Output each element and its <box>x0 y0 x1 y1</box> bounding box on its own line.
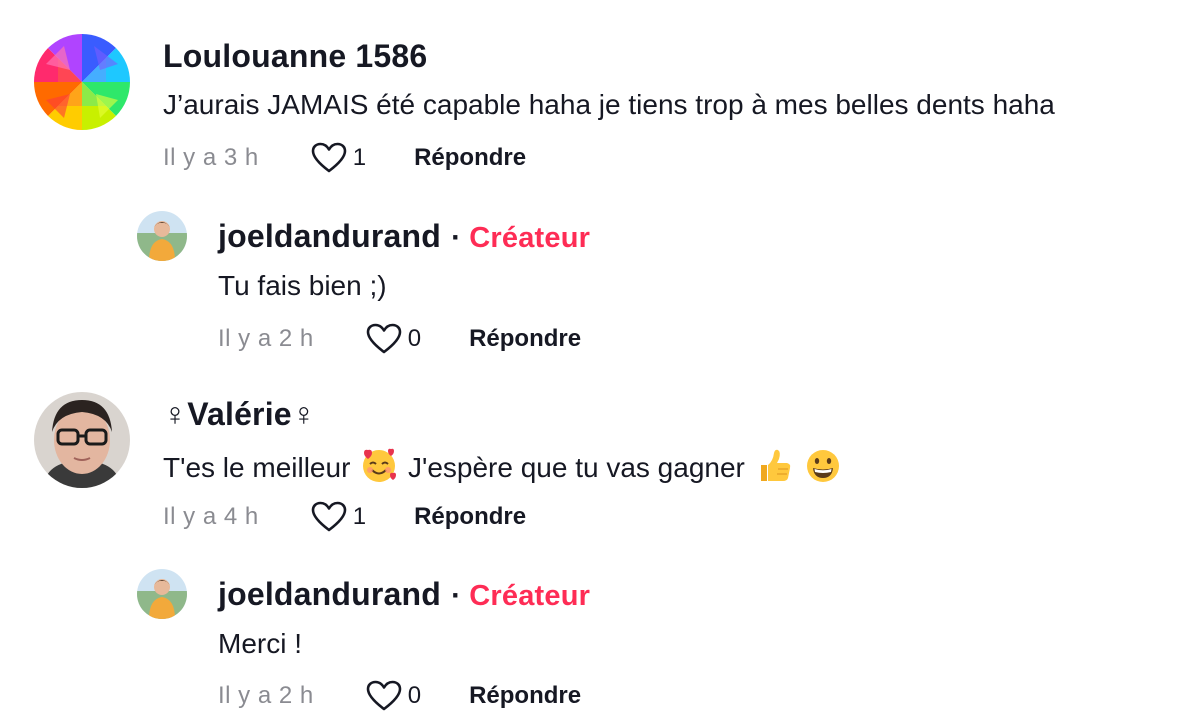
comment-text: T'es le meilleur J'espère que tu vas gag… <box>163 447 844 485</box>
creator-badge: Créateur <box>469 222 591 254</box>
comment-time: Il y a 3 h <box>163 144 259 171</box>
heart-outline-icon <box>311 501 347 532</box>
like-count: 0 <box>407 682 422 709</box>
like-count: 1 <box>352 144 367 171</box>
comment-meta: Il y a 2 h 0 Répondre <box>218 680 581 712</box>
comment-text-part: T'es le meilleur <box>163 452 351 483</box>
comment-text-part: J'espère que tu vas gagner <box>407 452 745 483</box>
like-count: 1 <box>352 503 367 530</box>
comment-meta: Il y a 2 h 0 Répondre <box>218 323 581 355</box>
avatar[interactable] <box>137 569 187 619</box>
heart-outline-icon <box>366 323 402 354</box>
comment-time: Il y a 4 h <box>163 503 259 530</box>
creator-username[interactable]: joeldandurand <box>218 576 441 612</box>
separator-dot: · <box>451 221 462 254</box>
comment-username: joeldandurand · Créateur <box>218 576 590 613</box>
reply-button[interactable]: Répondre <box>469 325 581 353</box>
reply-button[interactable]: Répondre <box>414 503 526 531</box>
avatar[interactable] <box>34 34 130 130</box>
comment-username[interactable]: Loulouanne 1586 <box>163 38 427 75</box>
comment-text: J’aurais JAMAIS été capable haha je tien… <box>163 89 1055 120</box>
avatar-image <box>137 569 187 619</box>
avatar-image <box>137 211 187 261</box>
like-button[interactable]: 1 <box>311 501 366 533</box>
heart-outline-icon <box>366 680 402 711</box>
like-count: 0 <box>407 325 422 352</box>
avatar-image <box>34 392 130 488</box>
avatar-image <box>34 34 130 130</box>
comment-time: Il y a 2 h <box>218 325 314 352</box>
smiling-face-with-hearts-emoji <box>363 448 397 482</box>
comment-meta: Il y a 4 h 1 Répondre <box>163 501 526 533</box>
reply-button[interactable]: Répondre <box>414 144 526 172</box>
heart-outline-icon <box>311 142 347 173</box>
grinning-face-emoji <box>807 450 840 482</box>
like-button[interactable]: 1 <box>311 142 366 174</box>
like-button[interactable]: 0 <box>366 323 421 355</box>
comment-meta: Il y a 3 h 1 Répondre <box>163 142 526 174</box>
creator-username[interactable]: joeldandurand <box>218 218 441 254</box>
comment-text: Tu fais bien ;) <box>218 270 387 301</box>
thumbs-up-emoji <box>760 449 790 481</box>
comment-username[interactable]: ♀Valérie♀ <box>163 396 316 433</box>
separator-dot: · <box>451 579 462 612</box>
avatar[interactable] <box>34 392 130 488</box>
comment-time: Il y a 2 h <box>218 682 314 709</box>
reply-button[interactable]: Répondre <box>469 682 581 710</box>
avatar[interactable] <box>137 211 187 261</box>
like-button[interactable]: 0 <box>366 680 421 712</box>
creator-badge: Créateur <box>469 580 591 612</box>
comment-username: joeldandurand · Créateur <box>218 218 590 255</box>
comment-text: Merci ! <box>218 628 302 659</box>
